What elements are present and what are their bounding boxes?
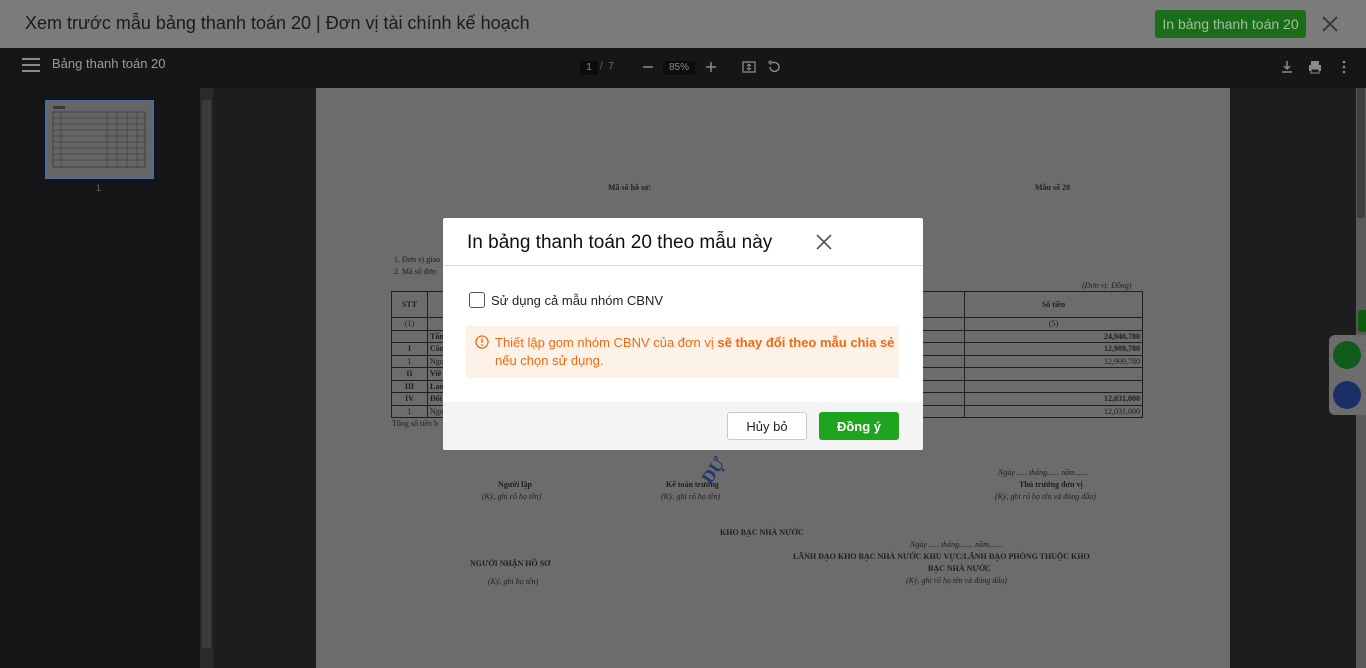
- thumbnail-preview-image: [47, 102, 152, 177]
- warning-prefix: Thiết lập gom nhóm CBNV của đơn vị: [495, 335, 718, 350]
- cancel-button[interactable]: Hủy bỏ: [727, 412, 807, 440]
- page-thumbnail[interactable]: [45, 100, 154, 179]
- doc-unit: (Đơn vị: Đồng): [1082, 281, 1132, 290]
- page-number-input[interactable]: 1: [580, 61, 598, 75]
- dialog-divider: [443, 265, 923, 266]
- table-cell: 1: [391, 354, 428, 368]
- page-total: / 7: [600, 61, 614, 72]
- table-cell: [964, 367, 1143, 381]
- table-cell: [391, 329, 428, 343]
- pdf-toolbar: Bảng thanh toán 20 1 / 7 85%: [0, 48, 1366, 88]
- doc-ky-ghi-ro-1: (Ký, ghi rõ họ tên): [482, 492, 542, 501]
- more-options-icon[interactable]: [1336, 59, 1352, 75]
- side-expand-tab[interactable]: [1358, 310, 1366, 332]
- use-group-template-label[interactable]: Sử dụng cả mẫu nhóm CBNV: [491, 293, 663, 308]
- doc-nguoi-lap: Người lập: [498, 480, 532, 489]
- table-cell: 12,909,780: [964, 342, 1143, 356]
- zoom-out-icon[interactable]: [640, 59, 656, 75]
- print-template-dialog: In bảng thanh toán 20 theo mẫu này Sử dụ…: [443, 218, 923, 450]
- fit-page-icon[interactable]: [741, 59, 757, 75]
- table-cell: II: [391, 367, 428, 381]
- dialog-footer: Hủy bỏ Đồng ý: [443, 402, 923, 450]
- viewer-scrollbar-thumb[interactable]: [1357, 88, 1365, 218]
- doc-date-1: Ngày ..... tháng...... năm.......: [998, 468, 1089, 477]
- info-icon: [475, 335, 489, 349]
- table-cell: III: [391, 379, 428, 393]
- doc-total-label: Tổng số tiền b: [392, 419, 438, 428]
- table-cell: (5): [964, 317, 1143, 331]
- page-separator: /: [600, 61, 603, 72]
- doc-lanh-dao-2: BẠC NHÀ NƯỚC: [928, 564, 991, 573]
- close-icon[interactable]: [815, 233, 833, 251]
- table-cell: 12,909,780: [964, 354, 1143, 368]
- use-group-template-checkbox[interactable]: [469, 292, 485, 308]
- zoom-in-icon[interactable]: [703, 59, 719, 75]
- chat-widget-icon[interactable]: [1333, 341, 1361, 369]
- table-cell: 24,940,780: [964, 329, 1143, 343]
- menu-icon[interactable]: [22, 56, 40, 74]
- close-icon[interactable]: [1320, 14, 1340, 34]
- doc-thu-truong: Thủ trưởng đơn vị: [1019, 480, 1083, 489]
- doc-ky-ghi-ro-2: (Ký, ghi rõ họ tên): [661, 492, 721, 501]
- print-icon[interactable]: [1307, 59, 1323, 75]
- table-cell: (1): [391, 317, 428, 331]
- table-header-cell: STT: [391, 291, 428, 318]
- doc-kho-bac: KHO BẠC NHÀ NƯỚC: [720, 528, 804, 537]
- assistant-bot-icon[interactable]: [1333, 381, 1361, 409]
- table-cell: 1: [391, 404, 428, 418]
- rotate-icon[interactable]: [766, 59, 782, 75]
- doc-date-2: Ngày ..... tháng....... năm.......: [910, 540, 1003, 549]
- zoom-level[interactable]: 85%: [663, 61, 695, 75]
- doc-lanh-dao-1: LÃNH ĐẠO KHO BẠC NHÀ NƯỚC KHU VỰC/LÃNH Đ…: [793, 552, 1090, 561]
- pdf-doc-title: Bảng thanh toán 20: [52, 56, 166, 71]
- sidebar-scrollbar-thumb[interactable]: [202, 100, 211, 648]
- warning-text: Thiết lập gom nhóm CBNV của đơn vị sẽ th…: [495, 334, 895, 370]
- table-cell: 12,031,000: [964, 404, 1143, 418]
- warning-suffix: nếu chọn sử dụng.: [495, 353, 604, 368]
- doc-ma-so-ho-so: Mã số hồ sơ:: [608, 183, 652, 192]
- warning-box: Thiết lập gom nhóm CBNV của đơn vị sẽ th…: [466, 326, 899, 378]
- preview-header: Xem trước mẫu bảng thanh toán 20 | Đơn v…: [0, 0, 1366, 48]
- dialog-title: In bảng thanh toán 20 theo mẫu này: [467, 232, 773, 253]
- thumbnail-page-number: 1: [96, 183, 102, 193]
- floating-widget-panel: [1329, 335, 1366, 415]
- doc-mau-so: Mẫu số 20: [1035, 183, 1071, 192]
- doc-nguoi-nhan: NGƯỜI NHẬN HỒ SƠ: [470, 559, 551, 568]
- confirm-button[interactable]: Đồng ý: [819, 412, 899, 440]
- sidebar-scrollbar[interactable]: [200, 88, 213, 668]
- doc-line-2: 2. Mã số đơn: [394, 267, 437, 276]
- table-cell: [964, 379, 1143, 393]
- table-cell: 12,031,000: [964, 392, 1143, 406]
- doc-ky-dong-dau-2: (Ký, ghi rõ họ tên và đóng dấu): [906, 576, 1007, 585]
- doc-line-1: 1. Đơn vị giao: [394, 255, 441, 264]
- table-cell: I: [391, 342, 428, 356]
- page-total-count: 7: [608, 61, 614, 72]
- warning-emphasis: sẽ thay đổi theo mẫu chia sẻ: [717, 335, 895, 350]
- table-header-cell: Số tiền: [964, 291, 1143, 318]
- preview-title: Xem trước mẫu bảng thanh toán 20 | Đơn v…: [25, 13, 530, 33]
- print-payment-button[interactable]: In bảng thanh toán 20: [1155, 10, 1306, 38]
- doc-ke-toan-truong: Kế toán trưởng: [666, 480, 719, 489]
- download-icon[interactable]: [1279, 59, 1295, 75]
- doc-ky-dong-dau: (Ký, ghi rõ họ tên và đóng dấu): [995, 492, 1096, 501]
- table-cell: IV: [391, 392, 428, 406]
- doc-ky-ghi-ho-ten: (Ký, ghi họ tên): [488, 577, 539, 586]
